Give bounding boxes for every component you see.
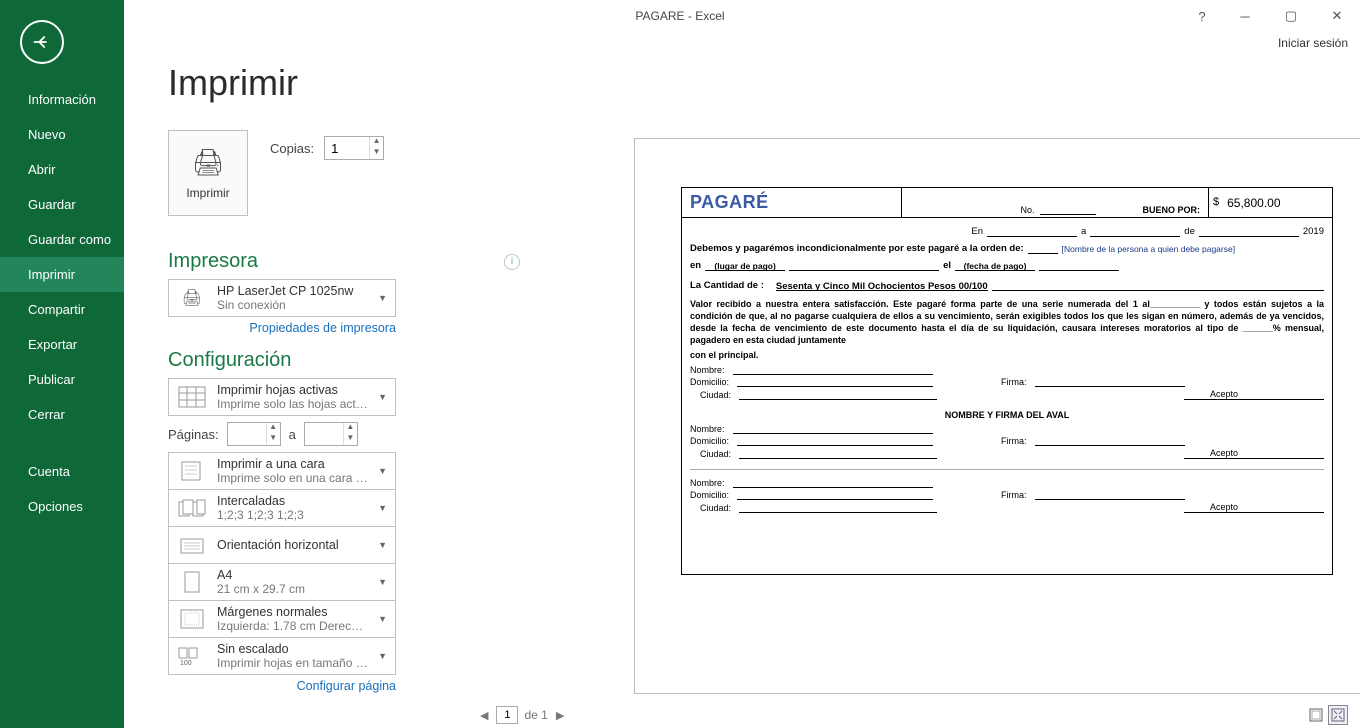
prev-page-button[interactable]: ◀ — [478, 709, 490, 722]
menu-opciones[interactable]: Opciones — [0, 489, 124, 524]
copies-label: Copias: — [270, 141, 314, 156]
menu-exportar[interactable]: Exportar — [0, 327, 124, 362]
print-what-sub: Imprime solo las hojas activas — [217, 397, 368, 411]
print-preview: PAGARÉ No. BUENO POR: $65,800.00 En a de… — [634, 138, 1360, 694]
orientation-selector[interactable]: Orientación horizontal ▼ — [168, 527, 396, 564]
print-what-title: Imprimir hojas activas — [217, 383, 368, 397]
pages-a-label: a — [289, 427, 296, 442]
menu-cuenta[interactable]: Cuenta — [0, 454, 124, 489]
backstage-menu: Información Nuevo Abrir Guardar Guardar … — [0, 82, 124, 524]
copies-input[interactable] — [325, 137, 369, 159]
dropdown-caret-icon: ▼ — [376, 503, 389, 513]
page-side-icon — [175, 455, 209, 487]
print-settings-column: 🖨 Imprimir Copias: ▲▼ Impresora i 🖨 HP L… — [168, 130, 520, 693]
menu-abrir[interactable]: Abrir — [0, 152, 124, 187]
page-number-input[interactable] — [496, 706, 518, 724]
doc-bueno-label: BUENO POR: — [1142, 205, 1200, 215]
main-area: Imprimir 🖨 Imprimir Copias: ▲▼ Impresora… — [124, 0, 1360, 728]
dropdown-caret-icon: ▼ — [376, 540, 389, 550]
doc-no-label: No. — [1020, 205, 1034, 215]
svg-text:100: 100 — [180, 660, 192, 666]
paper-title: A4 — [217, 568, 368, 582]
doc-title: PAGARÉ — [682, 188, 902, 218]
scaling-title: Sin escalado — [217, 642, 368, 656]
sheets-icon — [175, 381, 209, 413]
doc-amount: 65,800.00 — [1227, 196, 1280, 210]
dropdown-caret-icon: ▼ — [376, 392, 389, 402]
pages-label: Páginas: — [168, 427, 219, 442]
printer-heading: Impresora — [168, 250, 258, 273]
menu-cerrar[interactable]: Cerrar — [0, 397, 124, 432]
print-button[interactable]: 🖨 Imprimir — [168, 130, 248, 216]
dropdown-caret-icon: ▼ — [376, 577, 389, 587]
preview-document: PAGARÉ No. BUENO POR: $65,800.00 En a de… — [681, 187, 1333, 575]
back-arrow-icon — [31, 31, 53, 53]
menu-nuevo[interactable]: Nuevo — [0, 117, 124, 152]
collate-sub: 1;2;3 1;2;3 1;2;3 — [217, 508, 368, 522]
paper-sub: 21 cm x 29.7 cm — [217, 582, 368, 596]
menu-publicar[interactable]: Publicar — [0, 362, 124, 397]
print-button-label: Imprimir — [186, 186, 229, 200]
printer-name: HP LaserJet CP 1025nw — [217, 284, 368, 298]
printer-info-icon[interactable]: i — [504, 254, 520, 270]
back-button[interactable] — [20, 20, 64, 64]
spin-down-icon[interactable]: ▼ — [369, 148, 383, 159]
scaling-selector[interactable]: 100 Sin escalado Imprimir hojas en tamañ… — [168, 638, 396, 675]
sides-title: Imprimir a una cara — [217, 457, 368, 471]
copies-spinner[interactable]: ▲▼ — [324, 136, 384, 160]
printer-icon: 🖨 — [191, 147, 224, 178]
config-heading: Configuración — [168, 349, 520, 372]
printer-status: Sin conexión — [217, 298, 368, 312]
backstage-sidebar: Información Nuevo Abrir Guardar Guardar … — [0, 0, 124, 728]
orientation-icon — [175, 529, 209, 561]
printer-properties-link[interactable]: Propiedades de impresora — [168, 321, 396, 335]
show-margins-button[interactable] — [1306, 705, 1326, 725]
scaling-sub: Imprimir hojas en tamaño real — [217, 656, 368, 670]
margins-sub: Izquierda: 1.78 cm Derech… — [217, 619, 368, 633]
dropdown-caret-icon: ▼ — [376, 293, 389, 303]
paper-selector[interactable]: A4 21 cm x 29.7 cm ▼ — [168, 564, 396, 601]
scaling-icon: 100 — [175, 640, 209, 672]
sides-selector[interactable]: Imprimir a una cara Imprime solo en una … — [168, 452, 396, 490]
margins-title: Márgenes normales — [217, 605, 368, 619]
printer-selector[interactable]: 🖨 HP LaserJet CP 1025nw Sin conexión ▼ — [168, 279, 396, 317]
paper-icon — [175, 566, 209, 598]
menu-guardar[interactable]: Guardar — [0, 187, 124, 222]
menu-imprimir[interactable]: Imprimir — [0, 257, 124, 292]
page-title: Imprimir — [168, 62, 1360, 104]
menu-informacion[interactable]: Información — [0, 82, 124, 117]
dropdown-caret-icon: ▼ — [376, 466, 389, 476]
pages-to-spinner[interactable]: ▲▼ — [304, 422, 358, 446]
pages-to-input[interactable] — [305, 423, 343, 445]
doc-aval-heading: NOMBRE Y FIRMA DEL AVAL — [682, 404, 1332, 422]
orientation-title: Orientación horizontal — [217, 538, 368, 552]
next-page-button[interactable]: ▶ — [554, 709, 566, 722]
zoom-to-page-button[interactable] — [1328, 705, 1348, 725]
page-setup-link[interactable]: Configurar página — [168, 679, 396, 693]
doc-currency: $ — [1213, 196, 1219, 210]
pages-from-spinner[interactable]: ▲▼ — [227, 422, 281, 446]
dropdown-caret-icon: ▼ — [376, 614, 389, 624]
collate-title: Intercaladas — [217, 494, 368, 508]
margins-icon — [175, 603, 209, 635]
margins-selector[interactable]: Márgenes normales Izquierda: 1.78 cm Der… — [168, 601, 396, 638]
printer-device-icon: 🖨 — [175, 282, 209, 314]
pages-from-input[interactable] — [228, 423, 266, 445]
dropdown-caret-icon: ▼ — [376, 651, 389, 661]
menu-guardar-como[interactable]: Guardar como — [0, 222, 124, 257]
doc-body: Valor recibido a nuestra entera satisfac… — [682, 294, 1332, 349]
page-total: de 1 — [524, 708, 547, 722]
collate-selector[interactable]: Intercaladas 1;2;3 1;2;3 1;2;3 ▼ — [168, 490, 396, 527]
preview-footer: ◀ de 1 ▶ — [478, 703, 1356, 727]
print-what-selector[interactable]: Imprimir hojas activas Imprime solo las … — [168, 378, 396, 416]
collate-icon — [175, 492, 209, 524]
sides-sub: Imprime solo en una cara de… — [217, 471, 368, 485]
menu-compartir[interactable]: Compartir — [0, 292, 124, 327]
